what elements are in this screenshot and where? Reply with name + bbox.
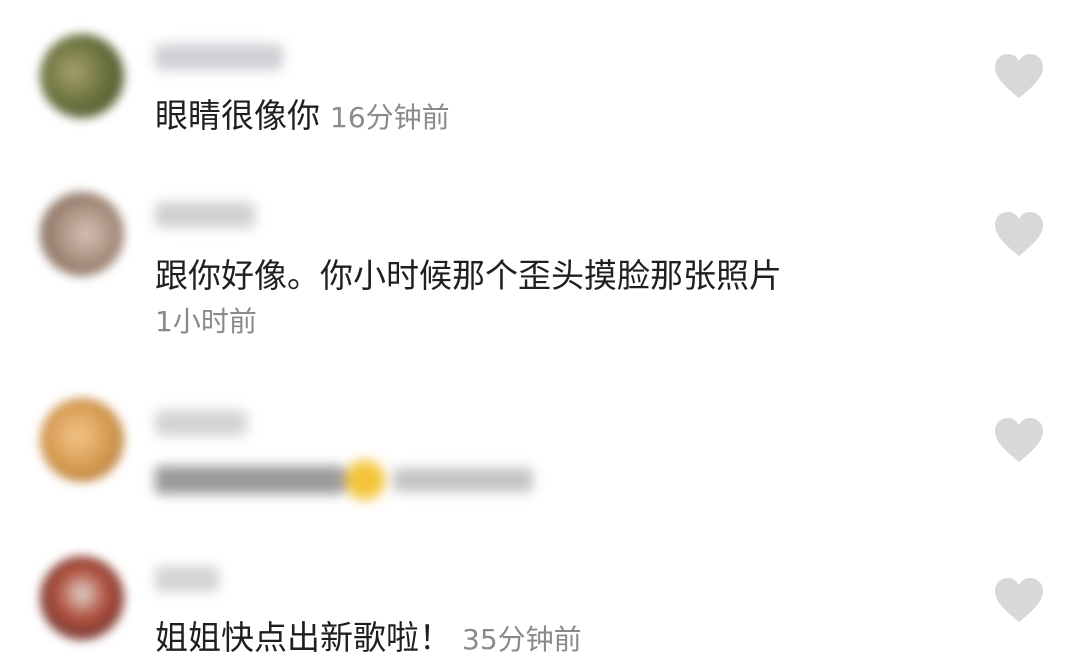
comment-text: 姐姐快点出新歌啦！ 35分钟前 (155, 618, 582, 660)
username-blurred[interactable] (155, 44, 283, 70)
username-blurred[interactable] (155, 410, 247, 436)
comment-text: 跟你好像。你小时候那个歪头摸脸那张照片 (155, 256, 782, 296)
comment-item (0, 360, 1066, 540)
username-blurred[interactable] (155, 202, 255, 228)
heart-icon[interactable] (994, 418, 1044, 464)
comment-item: 姐姐快点出新歌啦！ 35分钟前 (0, 540, 1066, 663)
avatar[interactable] (40, 34, 124, 118)
heart-icon[interactable] (994, 212, 1044, 258)
avatar[interactable] (40, 192, 124, 276)
comment-time: 16分钟前 (330, 101, 450, 134)
heart-icon[interactable] (994, 578, 1044, 624)
comment-item: 眼睛很像你 16分钟前 (0, 0, 1066, 160)
heart-icon[interactable] (994, 54, 1044, 100)
comment-time: 35分钟前 (462, 623, 582, 656)
comment-body: 姐姐快点出新歌啦！ (155, 618, 452, 657)
crying-laughing-emoji-icon (345, 460, 385, 500)
comment-body: 眼睛很像你 (155, 96, 320, 135)
username-blurred[interactable] (155, 566, 219, 592)
comment-time: 1小时前 (155, 305, 257, 338)
comment-text: 眼睛很像你 16分钟前 (155, 96, 450, 138)
comment-text-blurred (155, 460, 535, 500)
comment-body: 跟你好像。你小时候那个歪头摸脸那张照片 (155, 256, 782, 295)
comment-item: 跟你好像。你小时候那个歪头摸脸那张照片 1小时前 (0, 160, 1066, 360)
avatar[interactable] (40, 398, 124, 482)
avatar[interactable] (40, 556, 124, 640)
